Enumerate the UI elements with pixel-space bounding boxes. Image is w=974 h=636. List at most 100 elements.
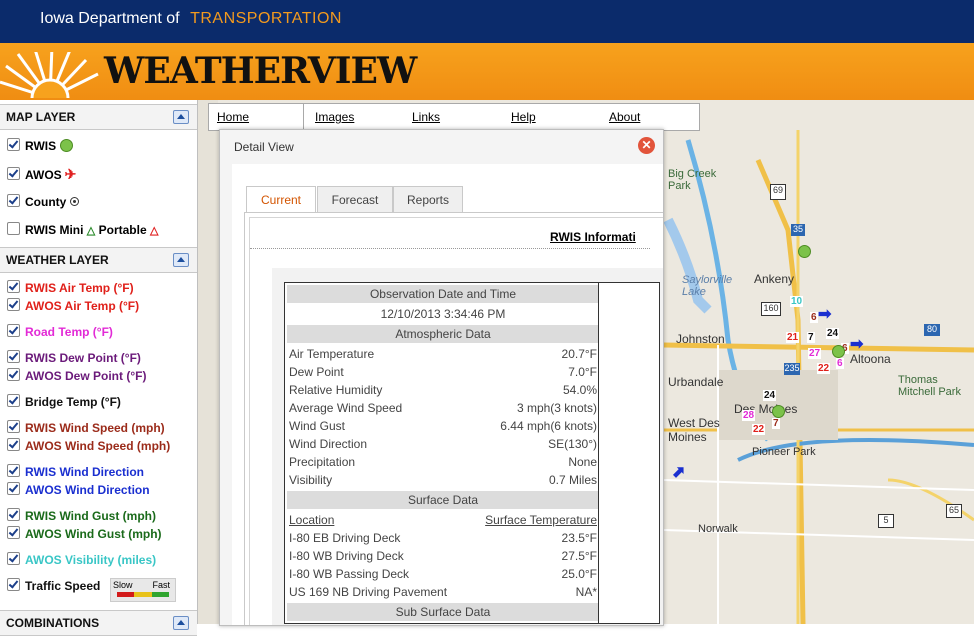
map-place-label: Altoona: [850, 352, 891, 366]
checkbox[interactable]: [7, 298, 20, 311]
layer-rwis[interactable]: RWIS: [7, 138, 74, 153]
weather-layer-item[interactable]: AWOS Dew Point (°F): [7, 368, 146, 383]
weather-layer-item[interactable]: RWIS Air Temp (°F): [7, 280, 134, 295]
layer-rwis-mini[interactable]: RWIS Mini △ Portable △: [7, 222, 158, 237]
checkbox[interactable]: [7, 552, 20, 565]
traffic-speed-legend: Slow Fast: [110, 578, 176, 602]
checkbox[interactable]: [7, 280, 20, 293]
tab-forecast[interactable]: Forecast: [317, 186, 393, 213]
rwis-station-icon[interactable]: [832, 345, 845, 358]
wind-direction-arrow-icon[interactable]: ➡: [818, 304, 831, 324]
rwis-dot-icon: [60, 139, 74, 152]
surface-value: 23.5°F: [561, 531, 597, 545]
atmos-value: SE(130°): [548, 437, 597, 451]
map-reading[interactable]: 27: [808, 348, 822, 359]
weather-layer-item[interactable]: AWOS Wind Direction: [7, 482, 150, 497]
map-reading[interactable]: 28: [742, 410, 756, 421]
atmos-label: Air Temperature: [289, 347, 375, 361]
map-place-label: Ankeny: [754, 272, 795, 286]
weather-layer-label: RWIS Air Temp (°F): [25, 281, 134, 295]
rwis-station-icon[interactable]: [772, 405, 785, 418]
map-reading[interactable]: 22: [817, 363, 831, 374]
map-layer-header[interactable]: MAP LAYER: [0, 104, 197, 130]
observation-time: 12/10/2013 3:34:46 PM: [380, 307, 506, 321]
wind-direction-arrow-icon[interactable]: ➡: [850, 334, 863, 354]
weather-layer-item[interactable]: RWIS Dew Point (°F): [7, 350, 141, 365]
rwis-info-heading: RWIS Informati: [550, 230, 636, 244]
weather-layer-item[interactable]: RWIS Wind Speed (mph): [7, 420, 165, 435]
weather-layer-item[interactable]: RWIS Wind Gust (mph): [7, 508, 156, 523]
map-place-label: Pioneer Park: [752, 446, 816, 458]
map-reading[interactable]: 10: [790, 296, 804, 307]
atmos-row: Visibility 0.7 Miles: [285, 471, 601, 489]
collapse-icon[interactable]: [173, 110, 189, 124]
weather-layer-item[interactable]: AWOS Visibility (miles): [7, 552, 156, 567]
weather-layer-label: RWIS Dew Point (°F): [25, 351, 141, 365]
checkbox[interactable]: [7, 394, 20, 407]
rwis-station-icon[interactable]: [798, 245, 811, 258]
collapse-icon[interactable]: [173, 616, 189, 630]
checkbox[interactable]: [7, 464, 20, 477]
map-place-label: Saylorville Lake: [682, 274, 733, 298]
weather-layer-item[interactable]: Road Temp (°F): [7, 324, 113, 339]
combinations-header[interactable]: COMBINATIONS: [0, 610, 197, 636]
checkbox[interactable]: [7, 194, 20, 207]
checkbox[interactable]: [7, 138, 20, 151]
weather-layer-item[interactable]: RWIS Wind Direction: [7, 464, 144, 479]
green-triangle-icon: △: [86, 225, 96, 237]
top-navigation: Home Images Links Help About: [208, 103, 700, 131]
checkbox[interactable]: [7, 368, 20, 381]
checkbox[interactable]: [7, 508, 20, 521]
atmos-label: Wind Gust: [289, 419, 346, 433]
atmos-value: None: [568, 455, 597, 469]
atmos-value: 7.0°F: [568, 365, 597, 379]
layer-label: AWOS: [25, 168, 62, 182]
weather-layer-item[interactable]: AWOS Wind Speed (mph): [7, 438, 170, 453]
checkbox[interactable]: [7, 350, 20, 363]
checkbox[interactable]: [7, 167, 20, 180]
surface-column-headers: Location Surface Temperature: [285, 511, 601, 529]
checkbox[interactable]: [7, 222, 20, 235]
weather-layer-label: RWIS Wind Gust (mph): [25, 509, 156, 523]
weather-layer-item[interactable]: AWOS Wind Gust (mph): [7, 526, 162, 541]
checkbox[interactable]: [7, 438, 20, 451]
close-icon[interactable]: ✕: [638, 137, 655, 154]
weather-layer-item[interactable]: AWOS Air Temp (°F): [7, 298, 139, 313]
layer-awos[interactable]: AWOS ✈: [7, 166, 76, 183]
weather-layer-item[interactable]: Traffic Speed: [7, 578, 100, 593]
nav-images[interactable]: Images: [315, 110, 354, 124]
checkbox[interactable]: [7, 420, 20, 433]
checkbox[interactable]: [7, 526, 20, 539]
nav-home[interactable]: Home: [217, 110, 249, 124]
weather-layer-title: WEATHER LAYER: [6, 253, 109, 267]
map-reading[interactable]: 6: [836, 358, 844, 369]
checkbox[interactable]: [7, 578, 20, 591]
tab-current[interactable]: Current: [246, 186, 316, 214]
wind-direction-arrow-icon[interactable]: ⬈: [672, 462, 685, 482]
map-reading[interactable]: 7: [807, 332, 815, 343]
nav-links[interactable]: Links: [412, 110, 440, 124]
map-reading[interactable]: 21: [786, 332, 800, 343]
highway-shield: 235: [784, 363, 800, 375]
highway-shield: 65: [946, 504, 962, 518]
checkbox[interactable]: [7, 324, 20, 337]
highway-shield: 35: [791, 224, 805, 236]
atmos-header: Atmospheric Data: [287, 325, 599, 343]
atmos-label: Relative Humidity: [289, 383, 383, 397]
sun-logo-icon: [0, 52, 99, 98]
nav-about[interactable]: About: [609, 110, 640, 124]
map-reading[interactable]: 7: [772, 418, 780, 429]
checkbox[interactable]: [7, 482, 20, 495]
weather-layer-item[interactable]: Bridge Temp (°F): [7, 394, 121, 409]
map-reading[interactable]: 24: [763, 390, 777, 401]
weather-layer-label: AWOS Wind Direction: [25, 483, 150, 497]
map-reading[interactable]: 24: [826, 328, 840, 339]
map-reading[interactable]: 22: [752, 424, 766, 435]
surface-row: I-80 WB Driving Deck 27.5°F: [285, 547, 601, 565]
collapse-icon[interactable]: [173, 253, 189, 267]
nav-help[interactable]: Help: [511, 110, 536, 124]
weather-layer-header[interactable]: WEATHER LAYER: [0, 247, 197, 273]
layer-county[interactable]: County: [7, 194, 80, 209]
tab-reports[interactable]: Reports: [393, 186, 463, 213]
map-reading[interactable]: 6: [810, 312, 818, 323]
